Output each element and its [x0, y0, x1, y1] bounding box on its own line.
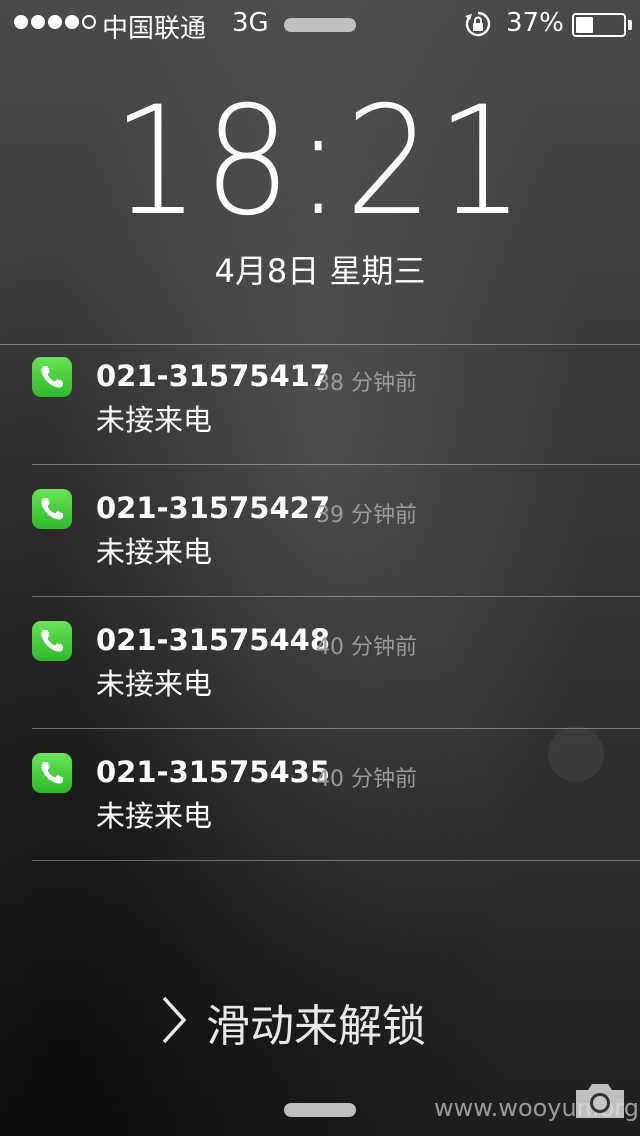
notification-item[interactable]: 021-31575435 40 分钟前 未接来电	[0, 741, 640, 873]
divider	[32, 860, 640, 861]
chevron-right-icon	[160, 996, 188, 1048]
signal-dot	[65, 15, 79, 29]
caller-number: 021-31575448	[96, 623, 330, 657]
notification-message: 未接来电	[96, 535, 213, 569]
status-bar: 中国联通 3G 37%	[0, 0, 640, 48]
lockscreen-clock: 18:21	[111, 75, 529, 249]
network-type: 3G	[232, 8, 269, 38]
orientation-lock-icon	[464, 10, 492, 38]
caller-number: 021-31575417	[96, 359, 330, 393]
phone-icon	[32, 621, 72, 661]
notification-time: 38 分钟前	[316, 371, 417, 396]
signal-dot	[48, 15, 62, 29]
signal-strength-icon	[14, 15, 96, 29]
notification-message: 未接来电	[96, 667, 213, 701]
caller-number: 021-31575427	[96, 491, 330, 525]
notification-message: 未接来电	[96, 799, 213, 833]
battery-percentage: 37%	[506, 8, 564, 38]
battery-nub	[628, 20, 632, 30]
phone-icon	[32, 357, 72, 397]
signal-dot	[14, 15, 28, 29]
notification-item[interactable]: 021-31575448 40 分钟前 未接来电	[0, 609, 640, 741]
notification-time: 39 分钟前	[316, 503, 417, 528]
signal-dot	[31, 15, 45, 29]
notification-message: 未接来电	[96, 403, 213, 437]
control-center-handle[interactable]	[284, 1103, 356, 1117]
notification-time: 40 分钟前	[316, 767, 417, 792]
phone-icon	[32, 489, 72, 529]
phone-icon	[32, 753, 72, 793]
notification-item[interactable]: 021-31575417 38 分钟前 未接来电	[0, 345, 640, 477]
divider	[32, 596, 640, 597]
camera-icon[interactable]	[572, 1078, 628, 1122]
divider	[32, 464, 640, 465]
slide-to-unlock-label: 滑动来解锁	[206, 1001, 426, 1052]
notification-time: 40 分钟前	[316, 635, 417, 660]
assistive-touch-button[interactable]	[548, 726, 604, 782]
notification-item[interactable]: 021-31575427 39 分钟前 未接来电	[0, 477, 640, 609]
caller-number: 021-31575435	[96, 755, 330, 789]
carrier-name: 中国联通	[102, 14, 207, 44]
notification-center-handle[interactable]	[284, 18, 356, 32]
divider	[32, 728, 640, 729]
battery-icon	[572, 13, 626, 37]
battery-level	[576, 17, 593, 33]
lockscreen-date: 4月8日 星期三	[214, 252, 426, 290]
signal-dot	[82, 15, 96, 29]
